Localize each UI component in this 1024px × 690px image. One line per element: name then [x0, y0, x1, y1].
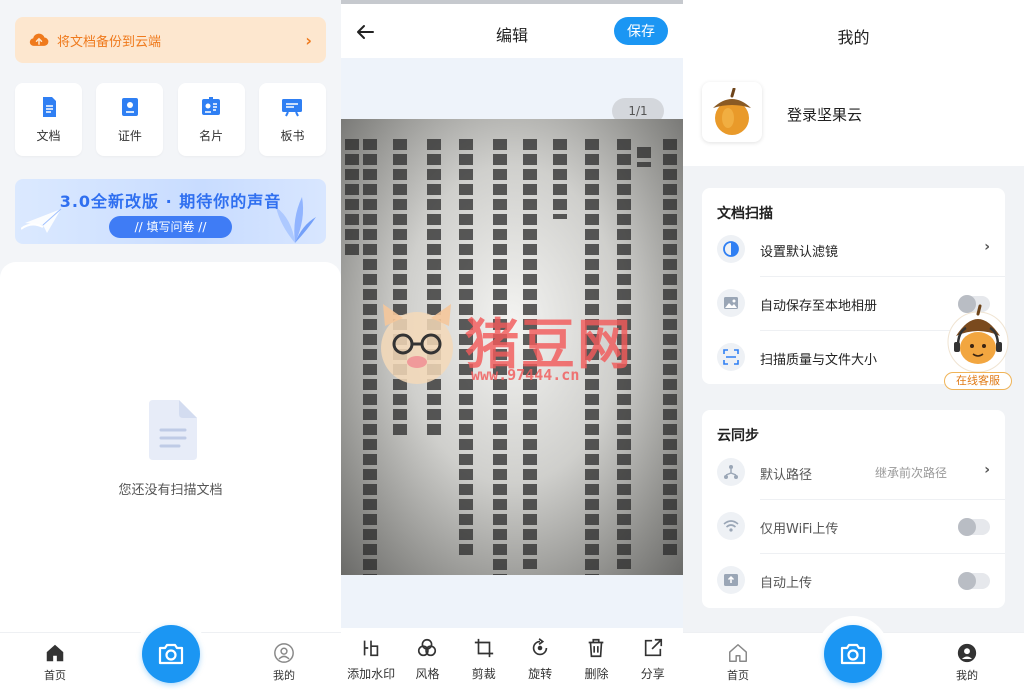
- service-label: 在线客服: [944, 372, 1012, 390]
- tool-label: 分享: [640, 666, 665, 681]
- tool-label: 剪裁: [471, 666, 496, 681]
- tile-blackboard[interactable]: 板书: [258, 83, 326, 156]
- setting-wifi-only: 仅用WiFi上传: [702, 500, 1005, 554]
- wifi-only-toggle[interactable]: [958, 518, 990, 536]
- setting-label: 扫描质量与文件大小: [760, 353, 878, 368]
- tool-label: 添加水印: [347, 666, 396, 681]
- save-button[interactable]: 保存: [614, 17, 668, 45]
- tile-label: 文档: [36, 129, 61, 143]
- empty-document-icon: [149, 400, 197, 460]
- mine-header: 我的: [683, 0, 1024, 66]
- editor-screen: 编辑 保存 1/1 猪豆网 www.97444.cn 添加水印 风格 剪裁 旋转…: [341, 0, 683, 690]
- scan-section-title: 文档扫描: [717, 206, 773, 222]
- chevron-right-icon: ›: [305, 30, 312, 50]
- auto-upload-toggle[interactable]: [958, 572, 990, 590]
- scan-frame-icon: [723, 349, 739, 365]
- tab-home-label: 首页: [44, 669, 66, 682]
- banner-title: 3.0全新改版 · 期待你的声音: [59, 192, 282, 211]
- fill-survey-button[interactable]: // 填写问卷 //: [109, 216, 232, 238]
- tile-id-card[interactable]: 证件: [96, 83, 164, 156]
- acorn-logo-icon: [713, 88, 751, 135]
- editor-toolbar: 添加水印 风格 剪裁 旋转 删除 分享: [341, 628, 683, 690]
- share-icon: [644, 638, 662, 656]
- wifi-icon: [723, 520, 739, 532]
- rotate-icon: [532, 637, 548, 655]
- login-text[interactable]: 登录坚果云: [787, 104, 862, 125]
- tab-home[interactable]: 首页: [44, 642, 66, 683]
- tool-crop[interactable]: 剪裁: [456, 637, 512, 682]
- tool-delete[interactable]: 删除: [568, 637, 624, 682]
- watermark-pig-logo-icon: [381, 304, 453, 384]
- tab-home-label: 首页: [727, 669, 749, 682]
- camera-button[interactable]: [142, 625, 200, 683]
- watermark-icon: [363, 640, 379, 656]
- backup-to-cloud-bar[interactable]: 将文档备份到云端 ›: [15, 17, 326, 63]
- id-card-icon: [121, 98, 138, 116]
- mine-screen: 我的 登录坚果云 文档扫描 设置默认滤镜 › 自动保存至本地相册 扫描质量与文件…: [683, 0, 1024, 690]
- trash-icon: [589, 638, 604, 657]
- tab-home[interactable]: 首页: [727, 642, 749, 683]
- style-icon: [418, 638, 437, 656]
- document-icon: [42, 97, 56, 117]
- tool-label: 旋转: [528, 666, 553, 681]
- setting-label: 设置默认滤镜: [760, 245, 839, 260]
- camera-icon: [840, 643, 866, 665]
- tile-document[interactable]: 文档: [15, 83, 82, 156]
- editor-header: 编辑 保存: [341, 0, 683, 58]
- setting-label: 自动保存至本地相册: [760, 299, 878, 314]
- tab-mine[interactable]: 我的: [956, 642, 978, 683]
- camera-button[interactable]: [824, 625, 882, 683]
- setting-default-filter[interactable]: 设置默认滤镜 ›: [702, 223, 1005, 277]
- setting-label: 默认路径: [760, 468, 813, 483]
- crop-icon: [474, 638, 493, 657]
- tool-label: 风格: [415, 666, 440, 681]
- tool-label: 删除: [584, 666, 609, 681]
- upload-icon: [724, 574, 738, 586]
- empty-state-text: 您还没有扫描文档: [118, 483, 223, 498]
- mine-title: 我的: [837, 28, 870, 47]
- cloud-sync-card: 云同步 默认路径 继承前次路径 › 仅用WiFi上传 自动上传: [702, 410, 1005, 608]
- setting-value: 继承前次路径: [874, 466, 947, 480]
- watermark-url: www.97444.cn: [471, 366, 580, 384]
- scan-type-tiles: 文档 证件 名片 板书: [15, 83, 326, 156]
- image-icon: [724, 297, 738, 309]
- user-icon: [957, 643, 977, 663]
- tile-label: 板书: [280, 129, 305, 143]
- chevron-right-icon: ›: [984, 462, 990, 478]
- tool-style[interactable]: 风格: [399, 637, 455, 682]
- service-mascot-icon: [947, 304, 1009, 373]
- tool-add-watermark[interactable]: 添加水印: [343, 637, 399, 682]
- tab-mine-label: 我的: [956, 669, 978, 682]
- tile-label: 证件: [117, 129, 142, 143]
- chevron-right-icon: ›: [984, 239, 990, 255]
- setting-label: 自动上传: [760, 576, 813, 591]
- blackboard-icon: [282, 99, 303, 117]
- backup-text: 将文档备份到云端: [57, 34, 162, 50]
- home-screen: 将文档备份到云端 › 文档 证件 名片 板书 3.0全新改版 · 期待你的声音 …: [0, 0, 341, 690]
- home-icon: [729, 644, 747, 662]
- setting-label: 仅用WiFi上传: [760, 522, 839, 537]
- tab-mine[interactable]: 我的: [273, 642, 295, 683]
- survey-banner[interactable]: 3.0全新改版 · 期待你的声音 // 填写问卷 //: [15, 179, 326, 244]
- sync-section-title: 云同步: [717, 428, 759, 444]
- tool-rotate[interactable]: 旋转: [512, 637, 568, 682]
- setting-default-path[interactable]: 默认路径 继承前次路径 ›: [702, 446, 1005, 500]
- tab-mine-label: 我的: [273, 669, 295, 682]
- tile-business-card[interactable]: 名片: [177, 83, 245, 156]
- cloud-upload-icon: [29, 33, 49, 46]
- camera-icon: [158, 643, 184, 665]
- home-icon: [46, 644, 64, 662]
- user-icon: [274, 643, 294, 663]
- tile-label: 名片: [199, 129, 224, 143]
- online-service-button[interactable]: 在线客服: [940, 302, 1016, 394]
- setting-auto-upload: 自动上传: [702, 554, 1005, 608]
- filter-icon: [723, 241, 739, 257]
- tool-share[interactable]: 分享: [625, 637, 681, 682]
- profile-section[interactable]: 登录坚果云: [683, 66, 1024, 166]
- avatar: [702, 82, 762, 142]
- business-card-icon: [202, 97, 221, 115]
- path-icon: [724, 465, 738, 479]
